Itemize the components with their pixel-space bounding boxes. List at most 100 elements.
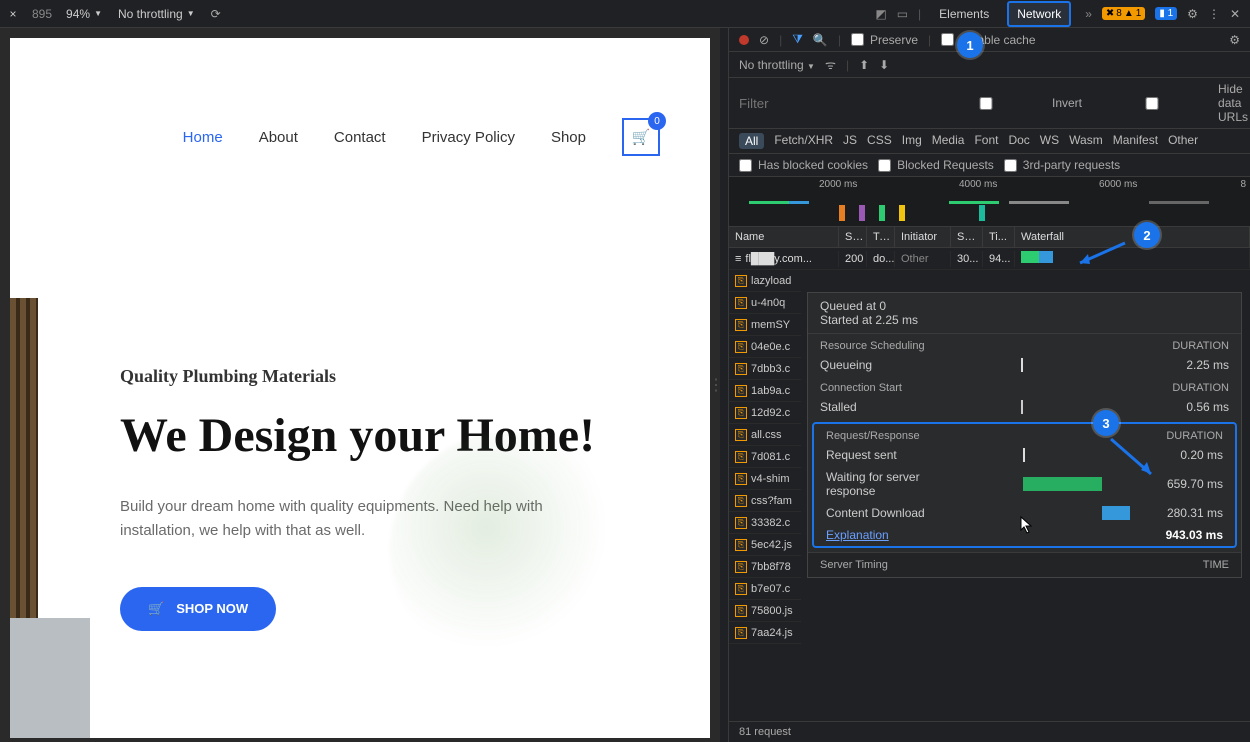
blocked-cookies-label: Has blocked cookies (758, 158, 868, 172)
network-row[interactable]: ⎘all.css (729, 424, 801, 446)
network-row[interactable]: ⎘b7e07.c (729, 578, 801, 600)
pane-splitter[interactable]: ⋮⋮ (720, 28, 728, 742)
network-row[interactable]: ⎘7d081.c (729, 446, 801, 468)
more-tabs-icon[interactable]: » (1085, 7, 1092, 21)
type-ws[interactable]: WS (1040, 133, 1059, 149)
network-row-document[interactable]: ≡fl███y.com... 200 do... Other 30... 94.… (729, 248, 1250, 270)
request-response-box: 3 Request/ResponseDURATION Request sent0… (812, 422, 1237, 548)
element-picker-icon[interactable]: ◩ (875, 7, 886, 21)
network-row[interactable]: ⎘12d92.c (729, 402, 801, 424)
network-row[interactable]: ⎘1ab9a.c (729, 380, 801, 402)
file-icon: ⎘ (735, 429, 747, 441)
nav-about[interactable]: About (259, 129, 298, 146)
type-wasm[interactable]: Wasm (1069, 133, 1103, 149)
network-row[interactable]: ⎘7bb8f78 (729, 556, 801, 578)
waterfall-overview[interactable]: 2000 ms 4000 ms 6000 ms 8 (729, 177, 1250, 227)
download-har-icon[interactable]: ⬇ (879, 58, 889, 72)
col-status[interactable]: St... (839, 227, 867, 247)
row-name: 1ab9a.c (751, 385, 790, 397)
col-name[interactable]: Name (729, 227, 839, 247)
disable-cache-checkbox[interactable]: Disable cache (941, 33, 1035, 47)
error-warn-badge[interactable]: ✖8▲1 (1102, 7, 1145, 20)
device-toggle-icon[interactable]: ▭ (897, 7, 908, 21)
col-waterfall[interactable]: Waterfall (1015, 227, 1250, 247)
thirdparty-checkbox[interactable]: 3rd-party requests (1004, 158, 1120, 172)
type-manifest[interactable]: Manifest (1113, 133, 1158, 149)
network-row[interactable]: ⎘75800.js (729, 600, 801, 622)
network-row[interactable]: ⎘7aa24.js (729, 622, 801, 644)
nav-privacy[interactable]: Privacy Policy (422, 129, 515, 146)
tab-elements[interactable]: Elements (931, 3, 997, 25)
col-type[interactable]: Ty... (867, 227, 895, 247)
rotate-icon[interactable]: ⟳ (211, 7, 221, 21)
record-icon[interactable] (739, 35, 749, 45)
preserve-label: Preserve (870, 33, 918, 47)
network-row[interactable]: ⎘lazyload (729, 270, 801, 292)
file-icon: ⎘ (735, 473, 747, 485)
tab-network[interactable]: Network (1007, 1, 1071, 27)
file-icon: ⎘ (735, 275, 747, 287)
search-icon[interactable]: 🔍 (813, 33, 828, 47)
type-css[interactable]: CSS (867, 133, 892, 149)
zoom-dropdown[interactable]: 94%▼ (66, 7, 102, 21)
network-row[interactable]: ⎘04e0e.c (729, 336, 801, 358)
gear-icon[interactable]: ⚙ (1187, 7, 1198, 21)
type-media[interactable]: Media (932, 133, 965, 149)
network-settings-icon[interactable]: ⚙ (1229, 33, 1240, 47)
col-time[interactable]: Ti... (983, 227, 1015, 247)
download-value: 280.31 ms (1143, 506, 1223, 520)
invert-checkbox[interactable]: Invert (926, 96, 1082, 110)
preserve-log-checkbox[interactable]: Preserve (851, 33, 918, 47)
nav-contact[interactable]: Contact (334, 129, 386, 146)
type-all[interactable]: All (739, 133, 764, 149)
network-row[interactable]: ⎘v4-shim (729, 468, 801, 490)
explanation-link[interactable]: Explanation (826, 528, 889, 542)
row-size: 30... (951, 251, 983, 267)
network-row[interactable]: ⎘css?fam (729, 490, 801, 512)
nav-shop[interactable]: Shop (551, 129, 586, 146)
blocked-requests-checkbox[interactable]: Blocked Requests (878, 158, 994, 172)
request-sent-label: Request sent (826, 448, 966, 462)
cart-count-badge: 0 (648, 112, 666, 130)
callout-2: 2 (1134, 222, 1160, 248)
row-name: 33382.c (751, 517, 790, 529)
issues-badge[interactable]: ▮ 1 (1155, 7, 1177, 20)
type-img[interactable]: Img (902, 133, 922, 149)
viewport-width[interactable]: 895 (32, 7, 52, 21)
throttle-select[interactable]: No throttling ▼ (739, 58, 815, 72)
nav-home[interactable]: Home (183, 129, 223, 146)
hide-data-urls-checkbox[interactable]: Hide data URLs (1092, 82, 1248, 124)
row-initiator: Other (895, 251, 951, 267)
kebab-icon[interactable]: ⋮ (1208, 7, 1220, 21)
filter-row: Invert Hide data URLs (729, 78, 1250, 129)
close-tab-icon[interactable]: × (6, 7, 20, 21)
network-row[interactable]: ⎘7dbb3.c (729, 358, 801, 380)
type-other[interactable]: Other (1168, 133, 1198, 149)
network-row[interactable]: ⎘33382.c (729, 512, 801, 534)
network-row[interactable]: ⎘memSY (729, 314, 801, 336)
throttling-dropdown[interactable]: No throttling▼ (118, 7, 195, 21)
col-initiator[interactable]: Initiator (895, 227, 951, 247)
file-icon: ⎘ (735, 451, 747, 463)
shop-now-button[interactable]: 🛒SHOP NOW (120, 587, 276, 631)
blocked-cookies-checkbox[interactable]: Has blocked cookies (739, 158, 868, 172)
cart-button[interactable]: 🛒 0 (622, 118, 660, 156)
type-font[interactable]: Font (974, 133, 998, 149)
close-devtools-icon[interactable]: ✕ (1230, 7, 1240, 21)
network-row[interactable]: ⎘u-4n0q (729, 292, 801, 314)
type-js[interactable]: JS (843, 133, 857, 149)
device-viewport: Home About Contact Privacy Policy Shop 🛒… (0, 28, 720, 742)
col-size[interactable]: Size (951, 227, 983, 247)
file-icon: ⎘ (735, 495, 747, 507)
type-doc[interactable]: Doc (1008, 133, 1029, 149)
type-fetch[interactable]: Fetch/XHR (774, 133, 833, 149)
sched-header: Resource Scheduling (820, 340, 925, 352)
upload-har-icon[interactable]: ⬆ (859, 58, 869, 72)
wifi-icon[interactable]: ᯤ (825, 56, 836, 73)
filter-input[interactable] (739, 96, 916, 111)
network-row[interactable]: ⎘5ec42.js (729, 534, 801, 556)
overview-tick: 2000 ms (819, 179, 857, 190)
rendered-page[interactable]: Home About Contact Privacy Policy Shop 🛒… (10, 38, 710, 738)
clear-icon[interactable]: ⊘ (759, 33, 769, 47)
filter-icon[interactable]: ⧩ (792, 32, 803, 47)
